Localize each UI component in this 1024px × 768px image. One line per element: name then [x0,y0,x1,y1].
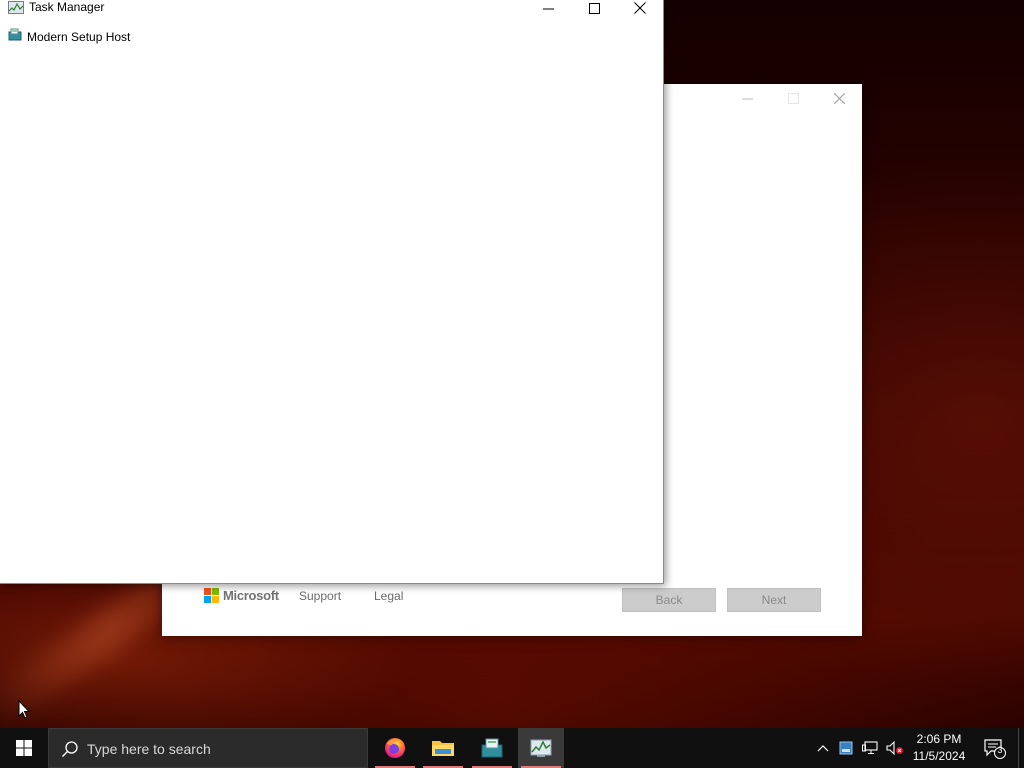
process-name: Modern Setup Host [27,30,131,44]
setup-host-icon [8,28,22,47]
desktop: Microsoft Support Legal Back Next Task M… [0,0,1024,768]
taskbar: 2:06 PM 11/5/2024 3 [0,728,1024,768]
process-list-item[interactable]: Modern Setup Host [8,28,131,47]
clock-date: 11/5/2024 [912,749,966,763]
search-icon [61,740,79,758]
next-button[interactable]: Next [727,588,821,612]
maximize-icon[interactable] [571,0,617,16]
taskbar-search-box[interactable] [48,728,368,768]
microsoft-wordmark: Microsoft [223,588,279,603]
show-desktop-button[interactable] [1018,728,1024,768]
mouse-cursor-icon [18,699,31,725]
notification-count-badge: 3 [997,745,1003,755]
volume-muted-icon[interactable] [884,728,906,768]
network-icon[interactable] [859,728,881,768]
taskbar-app-setup-host[interactable] [469,728,515,768]
close-icon[interactable] [617,0,663,16]
task-manager-window-controls [525,0,663,16]
taskbar-app-firefox[interactable] [372,728,418,768]
storage-icon[interactable] [836,728,856,768]
support-link[interactable]: Support [299,589,341,603]
file-explorer-icon [432,741,454,756]
back-button[interactable]: Back [622,588,716,612]
close-icon[interactable] [816,84,862,112]
firefox-icon [385,738,405,758]
task-manager-icon [530,739,552,757]
maximize-icon[interactable] [770,84,816,112]
chevron-up-icon[interactable] [812,728,834,768]
clock-time: 2:06 PM [916,732,962,746]
taskbar-app-task-manager[interactable] [518,728,564,768]
windows-logo-icon [16,740,32,756]
search-input[interactable] [87,729,357,768]
taskbar-app-file-explorer[interactable] [420,728,466,768]
task-manager-titlebar[interactable]: Task Manager [0,0,663,16]
minimize-icon[interactable] [724,84,770,112]
taskbar-clock[interactable]: 2:06 PM 11/5/2024 [906,731,972,765]
task-manager-window[interactable]: Task Manager Modern Setup Host [0,0,664,584]
start-button[interactable] [0,728,48,768]
setup-footer: Microsoft Support Legal Back Next [162,584,862,636]
legal-link[interactable]: Legal [374,589,403,603]
notification-center-button[interactable]: 3 [978,728,1010,768]
task-manager-icon [8,1,24,15]
minimize-icon[interactable] [525,0,571,16]
microsoft-logo: Microsoft [204,588,279,603]
setup-host-icon [481,738,503,758]
setup-window-controls [724,84,862,112]
microsoft-logo-icon [204,588,219,603]
task-manager-title: Task Manager [29,0,105,14]
